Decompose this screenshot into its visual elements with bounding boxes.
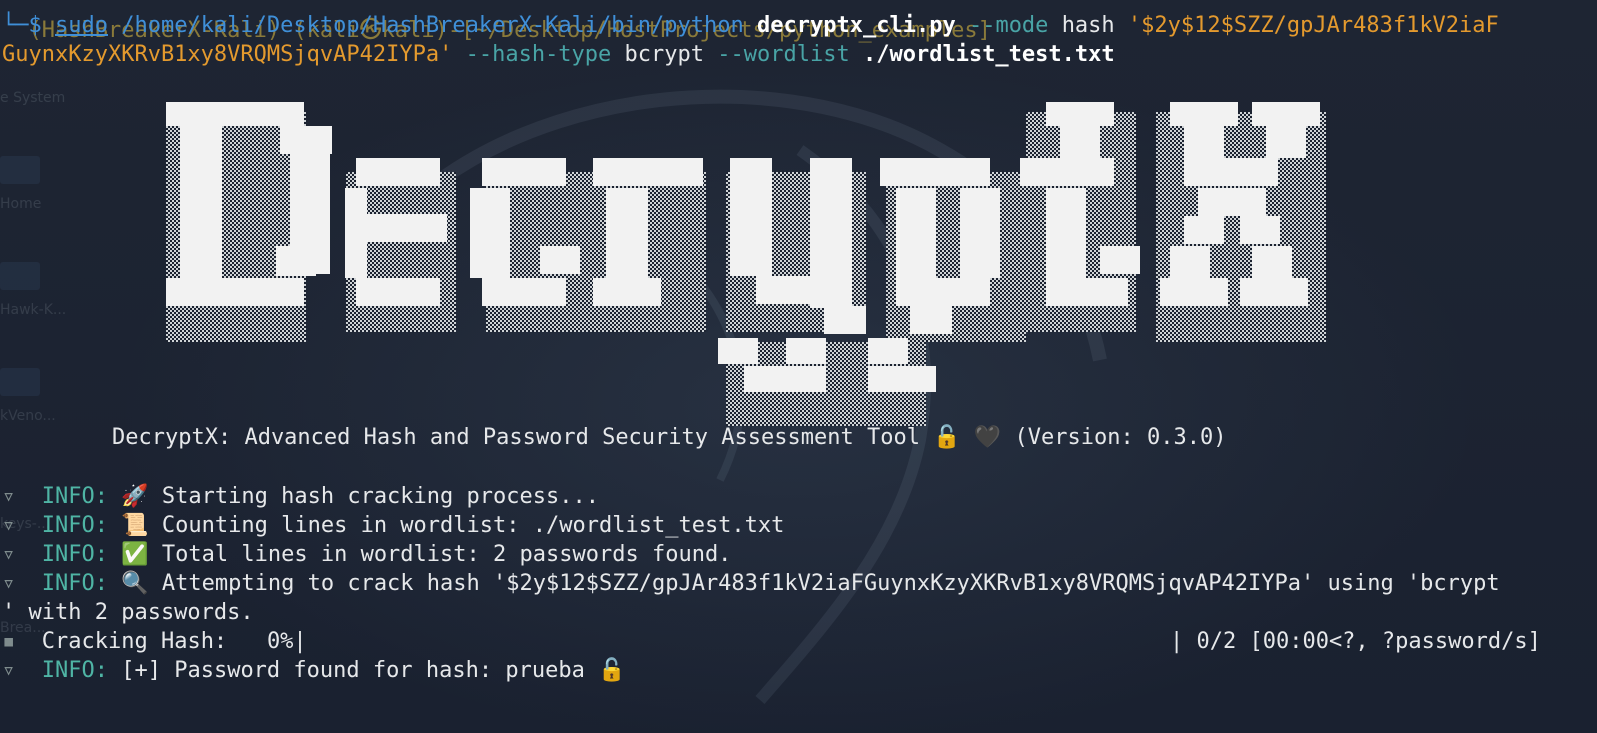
- banner-tool-line: DecryptX: Advanced Hash and Password Sec…: [112, 423, 1226, 453]
- command-line-1: └─$ sudo /home/kali/Desktop/HashBreakerX…: [2, 11, 1499, 41]
- ghost-label: Home: [0, 196, 42, 212]
- log-line: ▿ INFO: 🚀 Starting hash cracking process…: [2, 482, 599, 512]
- final-log-line: ▿ INFO: [+] Password found for hash: pru…: [2, 656, 625, 686]
- log-message: Attempting to crack hash '$2y$12$SZZ/gpJ…: [161, 571, 1500, 596]
- log-line: ▿ INFO: ✅ Total lines in wordlist: 2 pas…: [2, 540, 731, 570]
- log-message: Starting hash cracking process...: [161, 484, 599, 509]
- ghost-folder-icon: [0, 156, 40, 184]
- bulb-icon: ▿: [2, 484, 16, 509]
- scroll-icon: 📜: [121, 513, 149, 538]
- hash-arg-part2: GuynxKzyXKRvB1xy8VRQMSjqvAP42IYPa': [2, 42, 453, 67]
- script-name: decryptx_cli.py: [757, 13, 956, 38]
- log-message: Total lines in wordlist: 2 passwords fou…: [161, 542, 732, 567]
- progress-stats: | 0/2 [00:00<?, ?password/s]: [1170, 629, 1541, 654]
- heart-icon: 🖤: [973, 425, 1002, 450]
- lock-icon: 🔓: [933, 425, 961, 450]
- python-path: /home/kali/Desktop/HashBreakerX-Kali/bin…: [121, 13, 744, 38]
- progress-percent: 0%|: [266, 629, 307, 654]
- unlock-icon: 🔓: [598, 658, 626, 683]
- bulb-icon: ▿: [2, 658, 16, 683]
- rocket-icon: 🚀: [121, 484, 149, 509]
- bulb-icon: ▿: [2, 542, 16, 567]
- log-message: ' with 2 passwords.: [2, 600, 254, 625]
- sudo-token: sudo: [55, 13, 108, 38]
- log-level: INFO:: [41, 571, 108, 596]
- progress-label: Cracking Hash:: [41, 629, 228, 654]
- log-level: INFO:: [41, 542, 108, 567]
- hash-arg-part1: '$2y$12$SZZ/gpJAr483f1kV2iaF: [1127, 13, 1499, 38]
- mode-flag: --mode: [968, 13, 1049, 38]
- prompt-corner: └─$: [2, 13, 42, 38]
- wordlist-value: ./wordlist_test.txt: [862, 42, 1115, 67]
- ghost-label: kVeno...: [0, 408, 56, 424]
- hash-type-flag: --hash-type: [465, 42, 612, 67]
- wordlist-flag: --wordlist: [717, 42, 850, 67]
- log-line-continuation: ' with 2 passwords.: [2, 598, 254, 628]
- log-line: ▿ INFO: 🔍 Attempting to crack hash '$2y$…: [2, 569, 1500, 599]
- ghost-label: Hawk-K...: [0, 302, 67, 318]
- ghost-folder-icon: [0, 368, 40, 396]
- bulb-icon: ▿: [2, 513, 16, 538]
- log-level: INFO:: [41, 484, 108, 509]
- version-label: (Version: 0.3.0): [1014, 425, 1227, 450]
- mode-value: hash: [1061, 13, 1115, 38]
- check-icon: ✅: [121, 542, 149, 567]
- lock-icon: ▪: [2, 629, 16, 654]
- log-line: ▿ INFO: 📜 Counting lines in wordlist: ./…: [2, 511, 784, 541]
- bulb-icon: ▿: [2, 571, 16, 596]
- magnifier-icon: 🔍: [121, 571, 149, 596]
- ghost-folder-icon: [0, 262, 40, 290]
- command-line-2: GuynxKzyXKRvB1xy8VRQMSjqvAP42IYPa' --has…: [2, 40, 1115, 70]
- log-message: [+] Password found for hash: prueba: [121, 658, 585, 683]
- log-message: Counting lines in wordlist: ./wordlist_t…: [161, 513, 785, 538]
- hash-type-value: bcrypt: [624, 42, 705, 67]
- decryptx-ascii-banner: [166, 102, 1326, 426]
- progress-line: ▪ Cracking Hash: 0%|: [2, 627, 307, 657]
- log-level: INFO:: [41, 513, 108, 538]
- log-level: INFO:: [41, 658, 108, 683]
- tool-description: DecryptX: Advanced Hash and Password Sec…: [112, 425, 920, 450]
- ghost-label: e System: [0, 90, 66, 106]
